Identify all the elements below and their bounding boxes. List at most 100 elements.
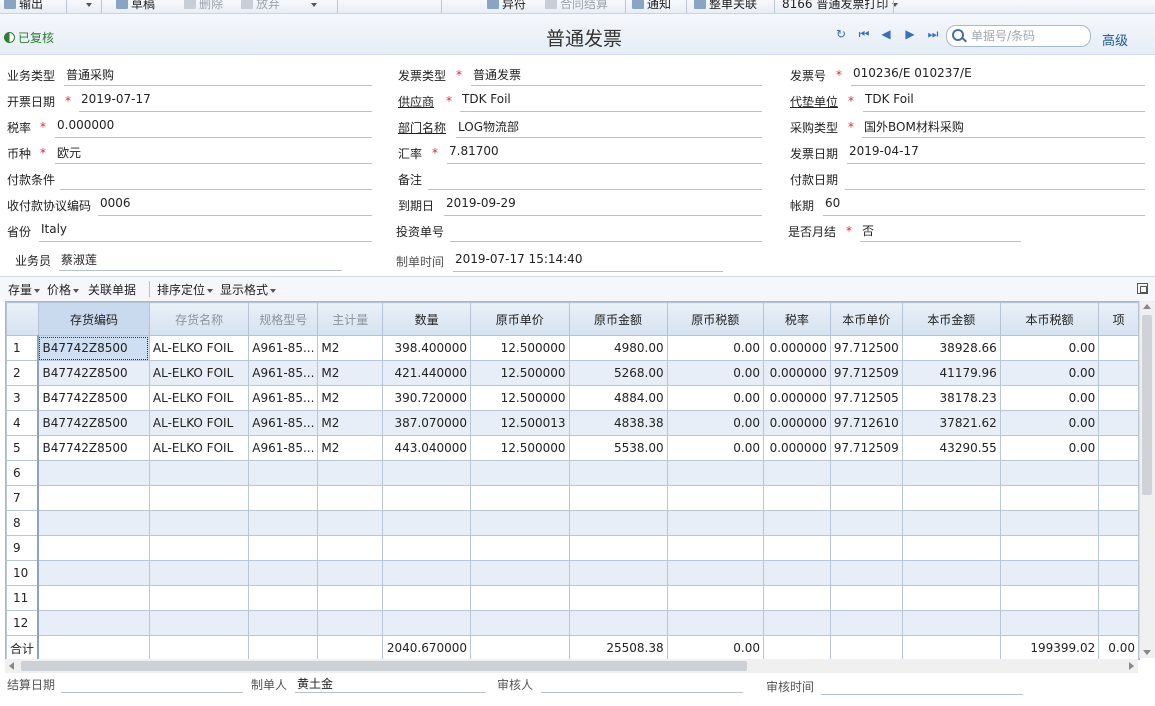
table-cell[interactable]: 12.500000 (470, 385, 570, 411)
col-header[interactable]: 规格型号 (248, 302, 319, 336)
discard-button[interactable]: 放弃 (241, 0, 280, 13)
table-cell[interactable]: 0.00 (666, 360, 765, 386)
expand-icon[interactable] (1137, 283, 1148, 294)
table-cell[interactable]: 0.00 (999, 360, 1100, 386)
scroll-right-icon[interactable] (1129, 662, 1134, 670)
field-month-end[interactable]: 是否月结 * 否 (788, 223, 1021, 245)
table-cell[interactable] (901, 560, 1001, 586)
col-header[interactable]: 本币税额 (999, 302, 1100, 336)
refresh-icon[interactable]: ↻ (834, 27, 848, 41)
table-cell[interactable] (248, 535, 319, 561)
output-dropdown[interactable] (86, 0, 92, 13)
table-cell[interactable] (248, 585, 319, 611)
table-cell[interactable] (568, 585, 668, 611)
last-record-icon[interactable]: ⏭ (926, 27, 940, 41)
table-cell[interactable]: M2 (317, 410, 384, 436)
field-invoice-date[interactable]: 发票日期 2019-04-17 (790, 144, 1145, 167)
table-cell[interactable] (999, 610, 1100, 636)
table-cell[interactable] (901, 535, 1001, 561)
table-cell[interactable] (470, 460, 570, 486)
table-row[interactable]: 7 (6, 485, 1139, 511)
table-cell[interactable] (901, 610, 1001, 636)
pay-date-value[interactable] (845, 171, 1145, 190)
field-due-date[interactable]: 到期日 2019-09-29 (398, 196, 762, 219)
table-cell[interactable] (37, 510, 150, 536)
table-cell[interactable] (37, 585, 150, 611)
table-cell[interactable]: A961-85... (248, 435, 319, 461)
table-cell[interactable] (37, 560, 150, 586)
table-row[interactable]: 10 (6, 560, 1139, 586)
table-cell[interactable] (248, 560, 319, 586)
field-invoice-type[interactable]: 发票类型 * 普通发票 (398, 67, 762, 89)
salesman-value[interactable]: 蔡淑莲 (59, 252, 342, 271)
table-cell[interactable] (470, 485, 570, 511)
table-cell[interactable]: A961-85... (248, 385, 319, 411)
search-input[interactable] (969, 28, 1088, 44)
table-cell[interactable]: 4838.38 (568, 410, 668, 436)
table-cell[interactable] (37, 535, 150, 561)
field-purchase-type[interactable]: 采购类型 * 国外BOM材料采购 (790, 119, 1145, 141)
table-cell[interactable] (999, 485, 1100, 511)
table-cell[interactable]: B47742Z8500 (37, 335, 150, 361)
province-value[interactable]: Italy (39, 222, 372, 242)
table-cell[interactable] (1098, 435, 1139, 461)
field-currency[interactable]: 币种 * 欧元 (7, 145, 372, 167)
col-header[interactable]: 原币单价 (470, 302, 570, 336)
discard-dropdown[interactable] (311, 0, 317, 13)
table-row[interactable]: 2 B47742Z8500 AL-ELKO FOIL A961-85... M2 421.… (6, 360, 1139, 386)
draft-button[interactable]: 草稿 (116, 0, 155, 13)
invoice-type-value[interactable]: 普通发票 (471, 67, 762, 86)
table-cell[interactable] (37, 485, 150, 511)
display-format-menu[interactable]: 显示格式 (220, 281, 277, 298)
table-cell[interactable] (317, 460, 384, 486)
table-cell[interactable]: 5538.00 (568, 435, 668, 461)
field-bill-date[interactable]: 开票日期 * 2019-07-17 (7, 92, 372, 115)
table-cell[interactable] (382, 535, 472, 561)
sort-locate-menu[interactable]: 排序定位 (157, 281, 214, 298)
table-cell[interactable]: 43290.55 (901, 435, 1001, 461)
table-cell[interactable]: 0.00 (999, 335, 1100, 361)
field-invoice-no[interactable]: 发票号 * 010236/E 010237/E (790, 66, 1145, 89)
table-cell[interactable]: A961-85... (248, 360, 319, 386)
table-cell[interactable] (829, 585, 903, 611)
table-cell[interactable] (901, 510, 1001, 536)
invoice-date-value[interactable]: 2019-04-17 (847, 144, 1145, 164)
prev-record-icon[interactable]: ◀ (879, 27, 893, 41)
table-cell[interactable] (317, 560, 384, 586)
table-cell[interactable] (1098, 335, 1139, 361)
table-cell[interactable]: M2 (317, 385, 384, 411)
table-cell[interactable]: 0.000000 (763, 335, 831, 361)
exchange-rate-value[interactable]: 7.81700 (447, 144, 762, 164)
price-menu[interactable]: 价格 (47, 281, 80, 298)
table-cell[interactable] (829, 510, 903, 536)
field-agent-unit[interactable]: 代垫单位 * TDK Foil (790, 92, 1145, 115)
table-cell[interactable] (999, 510, 1100, 536)
table-cell[interactable] (829, 560, 903, 586)
table-cell[interactable] (568, 485, 668, 511)
table-cell[interactable]: 12.500000 (470, 335, 570, 361)
table-cell[interactable]: 38928.66 (901, 335, 1001, 361)
pay-terms-value[interactable] (60, 171, 372, 190)
col-header[interactable]: 税率 (763, 302, 831, 336)
table-cell[interactable]: B47742Z8500 (37, 410, 150, 436)
table-row[interactable]: 12 (6, 610, 1139, 636)
delete-button[interactable]: 删除 (184, 0, 223, 13)
table-cell[interactable]: 12.500013 (470, 410, 570, 436)
invoice-no-value[interactable]: 010236/E 010237/E (851, 66, 1145, 86)
table-cell[interactable] (1098, 535, 1139, 561)
table-row[interactable]: 6 (6, 460, 1139, 486)
table-cell[interactable] (763, 535, 831, 561)
table-cell[interactable]: 38178.23 (901, 385, 1001, 411)
table-cell[interactable]: AL-ELKO FOIL (148, 435, 250, 461)
table-cell[interactable]: B47742Z8500 (37, 385, 150, 411)
table-row[interactable]: 5 B47742Z8500 AL-ELKO FOIL A961-85... M2 443.… (6, 435, 1139, 461)
table-cell[interactable] (763, 460, 831, 486)
table-cell[interactable]: 97.712500 (829, 335, 903, 361)
table-cell[interactable] (148, 610, 250, 636)
table-cell[interactable]: AL-ELKO FOIL (148, 360, 250, 386)
table-row[interactable]: 9 (6, 535, 1139, 561)
agreement-code-value[interactable]: 0006 (98, 196, 372, 216)
table-cell[interactable] (470, 585, 570, 611)
table-cell[interactable]: AL-ELKO FOIL (148, 335, 250, 361)
table-row[interactable]: 3 B47742Z8500 AL-ELKO FOIL A961-85... M2 390.… (6, 385, 1139, 411)
